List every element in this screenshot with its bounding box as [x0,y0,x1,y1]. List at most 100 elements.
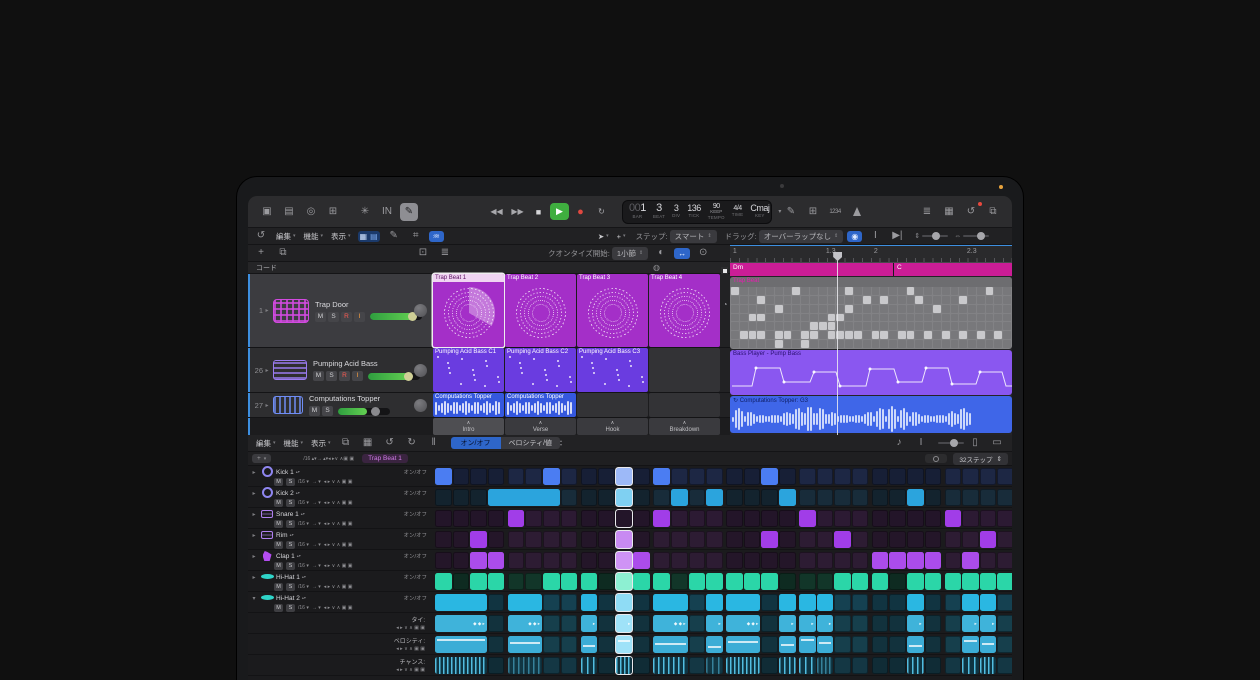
disclosure-icon[interactable]: ▸ [263,367,271,374]
step-cell[interactable] [689,657,706,674]
drum-note-cell[interactable] [792,314,800,322]
mixer-icon[interactable]: ▤ [280,203,298,221]
drum-note-cell[interactable] [889,340,897,348]
drum-note-cell[interactable] [933,322,941,330]
step-cell[interactable] [799,573,816,590]
active-step[interactable] [561,573,578,590]
active-step[interactable] [706,636,723,653]
step-cell[interactable] [817,468,834,485]
step-cell[interactable] [744,468,761,485]
window-icon[interactable]: ▭ [988,434,1006,452]
transpose-buttons[interactable]: ∨ ∧ [335,456,344,462]
step-cell[interactable] [925,636,942,653]
drum-note-cell[interactable] [942,322,950,330]
catch-playhead-button[interactable]: ◉ [847,231,862,242]
step-cell[interactable] [744,552,761,569]
drum-note-cell[interactable] [968,305,976,313]
drum-note-cell[interactable] [986,314,994,322]
active-step[interactable] [945,510,962,527]
step-cell[interactable] [470,510,487,527]
active-step[interactable] [616,594,633,611]
list-icon[interactable]: ⊞ [804,203,822,221]
pattern-length-dropdown[interactable]: 32ステップ⇕ [953,453,1008,465]
drum-note-cell[interactable] [828,305,836,313]
row-mini-controls[interactable]: ◂ ▸ ∨ ∧ ▣ ▣ [324,584,353,590]
step-cell[interactable] [962,531,979,548]
step-cell[interactable] [761,489,778,506]
rotate-left-icon[interactable]: ↺ [381,434,399,452]
row-stepper[interactable]: ▴▾ [290,533,294,537]
active-step[interactable] [470,573,487,590]
scene-trigger[interactable]: ∧Verse [505,418,576,435]
s-button[interactable]: S [326,371,337,381]
drum-note-cell[interactable] [854,331,862,339]
drum-note-cell[interactable] [863,340,871,348]
active-step[interactable] [726,657,760,674]
step-cell[interactable] [653,531,670,548]
step-cell[interactable] [872,510,889,527]
step-cell[interactable] [598,510,615,527]
step-cell[interactable] [525,468,542,485]
active-step[interactable] [962,552,979,569]
active-step[interactable] [962,636,979,653]
step-cell[interactable] [834,636,851,653]
step-cell[interactable] [488,468,505,485]
drum-note-cell[interactable] [810,287,818,295]
loop-cell[interactable]: Computations Topper [433,393,504,417]
rewind-button[interactable]: ◀◀ [487,203,506,220]
step-cell[interactable] [671,510,688,527]
drum-note-cell[interactable] [810,340,818,348]
count-in-button[interactable]: 1234 [826,203,844,221]
active-step[interactable] [726,636,760,653]
drum-note-cell[interactable] [977,331,985,339]
loop-cell[interactable]: Pumping Acid Bass C1 [433,348,504,392]
drum-note-cell[interactable] [1003,305,1011,313]
active-step[interactable] [799,510,816,527]
chord-settings-icon[interactable]: ◍ [653,263,660,272]
link-button[interactable]: ↔ [674,248,690,259]
step-cell[interactable] [852,657,869,674]
row-mini-controls[interactable]: ◂ ▸ ∨ ∧ ▣ ▣ [324,542,353,548]
active-step[interactable] [581,594,598,611]
drum-note-cell[interactable] [845,314,853,322]
drum-note-cell[interactable] [792,305,800,313]
drum-note-cell[interactable] [749,305,757,313]
step-cell[interactable] [945,531,962,548]
drum-note-cell[interactable] [731,287,739,295]
step-cell[interactable] [508,531,525,548]
active-step[interactable] [508,510,525,527]
scene-trigger[interactable]: ∧Hook [577,418,648,435]
drum-note-cell[interactable] [801,296,809,304]
step-cell[interactable] [980,510,997,527]
step-cell[interactable] [907,510,924,527]
step-cell[interactable] [689,594,706,611]
step-cell[interactable] [852,636,869,653]
drum-note-cell[interactable] [863,314,871,322]
drum-note-cell[interactable] [994,331,1002,339]
drum-note-cell[interactable] [749,287,757,295]
drum-note-cell[interactable] [863,331,871,339]
row-rate-stepper[interactable]: /16 ▾ [298,542,309,548]
drum-note-cell[interactable] [959,296,967,304]
step-cell[interactable] [598,552,615,569]
step-cell[interactable] [453,531,470,548]
loop-cell[interactable]: Trap Beat 2 [505,274,576,347]
drum-note-cell[interactable] [907,314,915,322]
sequencer-row-header[interactable]: ▸Kick 1▴▾オン/オフMS/16 ▾→ ▾◂ ▸ ∨ ∧ ▣ ▣ [248,466,431,486]
row-disclosure-icon[interactable]: ▸ [250,511,258,518]
step-cell[interactable] [543,594,560,611]
active-step[interactable]: ▸ [581,615,598,632]
step-cell[interactable] [997,594,1012,611]
row-solo-button[interactable]: S [286,499,295,507]
step-cell[interactable] [962,468,979,485]
drum-note-cell[interactable] [933,314,941,322]
step-cell[interactable] [889,594,906,611]
step-cell[interactable] [689,552,706,569]
step-cell[interactable] [543,615,560,632]
tracks-view-icon[interactable]: ▤ [370,232,378,241]
step-cell[interactable] [453,552,470,569]
active-step[interactable] [653,573,670,590]
step-cell[interactable] [852,552,869,569]
step-cell[interactable] [508,573,525,590]
drum-note-cell[interactable] [801,305,809,313]
